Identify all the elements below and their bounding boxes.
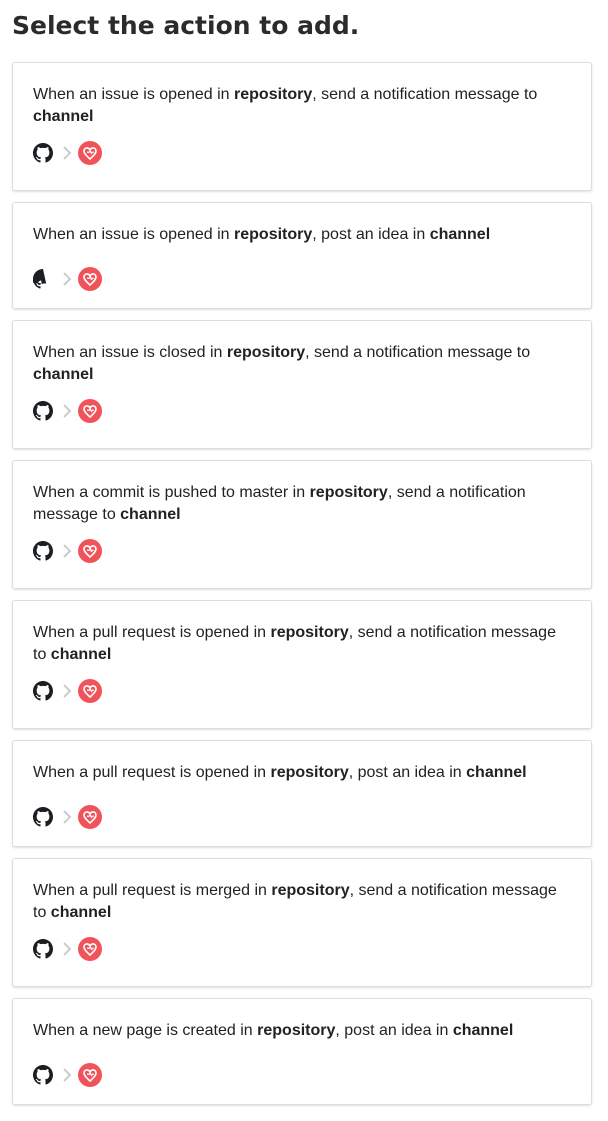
desc-text: , post an idea in: [348, 764, 467, 781]
desc-text: , send a notification message to: [312, 86, 538, 103]
github-icon: [33, 681, 53, 701]
repository-placeholder: repository: [271, 882, 350, 899]
github-icon: [33, 807, 53, 827]
action-description: When a commit is pushed to master in rep…: [33, 482, 568, 526]
heart-icon: [78, 679, 102, 703]
chevron-right-icon: [62, 684, 72, 698]
repository-placeholder: repository: [234, 226, 313, 243]
desc-text: When an issue is opened in: [33, 226, 235, 243]
action-card[interactable]: When a commit is pushed to master in rep…: [12, 460, 592, 589]
action-description: When a pull request is opened in reposit…: [33, 622, 568, 666]
heart-icon: [78, 1063, 102, 1087]
action-description: When a pull request is merged in reposit…: [33, 880, 568, 924]
action-description: When a pull request is opened in reposit…: [33, 762, 568, 784]
chevron-right-icon: [62, 1068, 72, 1082]
integration-icons: [33, 399, 571, 423]
github-icon: [33, 1065, 53, 1085]
integration-icons: [33, 539, 571, 563]
desc-text: When a pull request is opened in: [33, 624, 271, 641]
chevron-right-icon: [62, 404, 72, 418]
action-description: When an issue is closed in repository, s…: [33, 342, 568, 386]
integration-icons: [33, 805, 571, 829]
repository-placeholder: repository: [270, 624, 349, 641]
desc-text: , send a notification message to: [305, 344, 531, 361]
channel-placeholder: channel: [429, 226, 491, 243]
page: Select the action to add. When an issue …: [0, 0, 608, 1105]
action-card[interactable]: When a pull request is opened in reposit…: [12, 740, 592, 847]
integration-icons: [33, 679, 571, 703]
channel-placeholder: channel: [33, 366, 94, 383]
page-title: Select the action to add.: [12, 11, 360, 40]
integration-icons: [33, 1063, 571, 1087]
desc-text: When an issue is closed in: [33, 344, 227, 361]
desc-text: , post an idea in: [312, 226, 430, 243]
heart-icon: [78, 399, 102, 423]
chevron-right-icon: [62, 272, 72, 286]
heart-icon: [78, 267, 102, 291]
desc-text: When a new page is created in: [33, 1022, 258, 1039]
action-card[interactable]: When a new page is created in repository…: [12, 998, 592, 1105]
github-icon: [33, 541, 53, 561]
chevron-right-icon: [62, 810, 72, 824]
action-card[interactable]: When a pull request is opened in reposit…: [12, 600, 592, 729]
integration-icons: [33, 937, 571, 961]
heart-icon: [78, 937, 102, 961]
github-icon: [33, 269, 53, 289]
action-description: When an issue is opened in repository, s…: [33, 84, 568, 128]
github-icon: [33, 401, 53, 421]
chevron-right-icon: [62, 942, 72, 956]
channel-placeholder: channel: [466, 764, 527, 781]
heart-icon: [78, 141, 102, 165]
desc-text: When a commit is pushed to master in: [33, 484, 310, 501]
repository-placeholder: repository: [234, 86, 313, 103]
desc-text: When an issue is opened in: [33, 86, 235, 103]
action-description: When an issue is opened in repository, p…: [33, 224, 568, 246]
channel-placeholder: channel: [50, 646, 112, 663]
repository-placeholder: repository: [257, 1022, 336, 1039]
channel-placeholder: channel: [120, 506, 181, 523]
chevron-right-icon: [62, 544, 72, 558]
desc-text: , post an idea in: [335, 1022, 453, 1039]
action-card[interactable]: When a pull request is merged in reposit…: [12, 858, 592, 987]
action-card[interactable]: When an issue is closed in repository, s…: [12, 320, 592, 449]
desc-text: When a pull request is merged in: [33, 882, 272, 899]
integration-icons: [33, 141, 571, 165]
channel-placeholder: channel: [50, 904, 112, 921]
desc-text: When a pull request is opened in: [33, 764, 271, 781]
action-description: When a new page is created in repository…: [33, 1020, 568, 1042]
channel-placeholder: channel: [33, 108, 94, 125]
repository-placeholder: repository: [309, 484, 388, 501]
github-icon: [33, 939, 53, 959]
repository-placeholder: repository: [270, 764, 349, 781]
integration-icons: [33, 267, 571, 291]
chevron-right-icon: [62, 146, 72, 160]
action-card[interactable]: When an issue is opened in repository, s…: [12, 62, 592, 191]
repository-placeholder: repository: [226, 344, 306, 361]
channel-placeholder: channel: [452, 1022, 514, 1039]
heart-icon: [78, 805, 102, 829]
action-card[interactable]: When an issue is opened in repository, p…: [12, 202, 592, 309]
github-icon: [33, 143, 53, 163]
heart-icon: [78, 539, 102, 563]
